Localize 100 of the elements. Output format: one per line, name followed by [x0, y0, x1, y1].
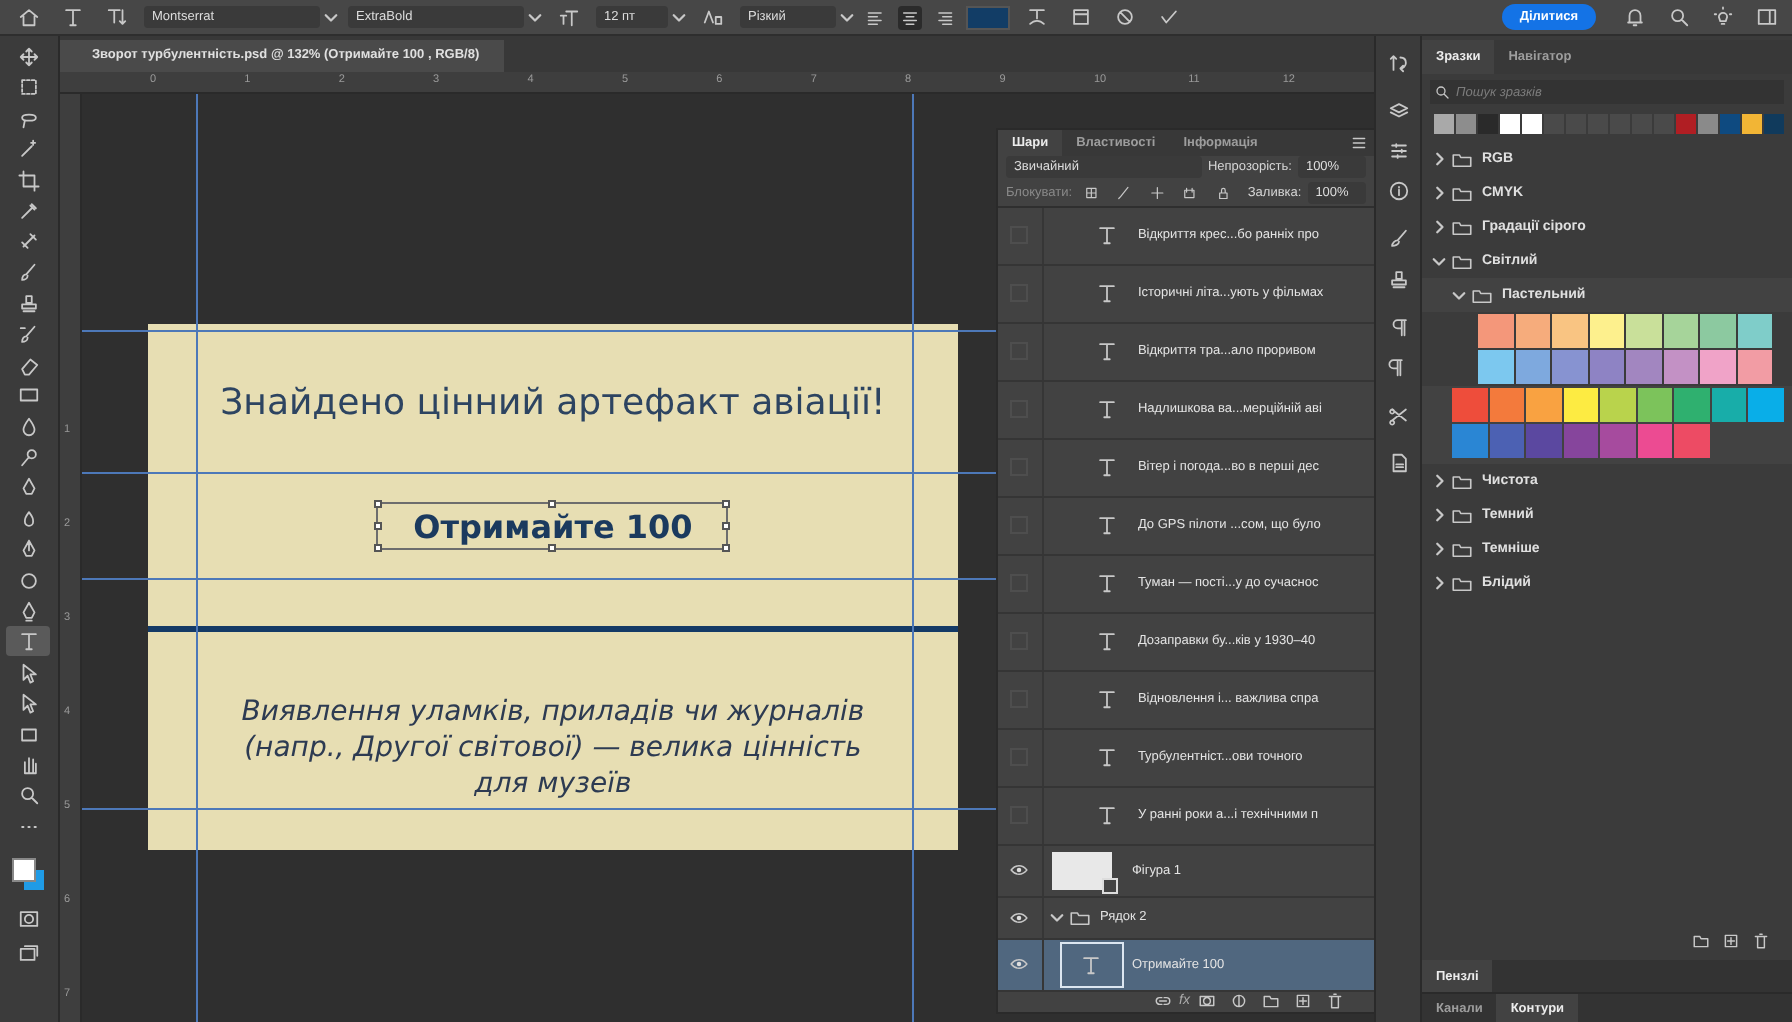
color-swatch[interactable]: [1674, 424, 1709, 458]
document-icon[interactable]: [1387, 452, 1410, 474]
layers-icon[interactable]: [1387, 100, 1410, 122]
color-swatch[interactable]: [1478, 114, 1498, 134]
bell-icon[interactable]: [1624, 6, 1646, 28]
color-swatch[interactable]: [1563, 424, 1598, 458]
color-swatch[interactable]: [1522, 114, 1542, 134]
move-icon[interactable]: [1149, 183, 1165, 202]
color-swatch[interactable]: [1489, 424, 1524, 458]
search-icon[interactable]: [1668, 6, 1690, 28]
lightbulb-icon[interactable]: [1712, 6, 1734, 28]
color-swatch[interactable]: [1500, 114, 1520, 134]
color-swatch[interactable]: [1737, 350, 1772, 384]
screen-mode-icon[interactable]: [17, 941, 40, 964]
color-swatch[interactable]: [1700, 350, 1735, 384]
transform-box[interactable]: Отримайте 100: [376, 502, 729, 550]
panel-icon[interactable]: [1070, 6, 1092, 28]
color-swatch[interactable]: [1637, 424, 1672, 458]
chevron-icon[interactable]: [1432, 576, 1446, 590]
chevron-icon[interactable]: [1432, 254, 1446, 268]
text-tool-icon[interactable]: [6, 626, 51, 657]
quick-mask-icon[interactable]: [17, 907, 40, 930]
chevron-icon[interactable]: [1432, 152, 1446, 166]
color-swatch[interactable]: [1748, 388, 1783, 422]
caret-icon[interactable]: [324, 10, 338, 24]
color-swatch[interactable]: [1700, 314, 1735, 348]
sliders-icon[interactable]: [1387, 140, 1410, 162]
brush-icon[interactable]: [1387, 228, 1410, 250]
mask-icon[interactable]: [1197, 992, 1216, 1011]
eye-icon[interactable]: [1010, 958, 1029, 971]
chevron-icon[interactable]: [1432, 186, 1446, 200]
color-swatch[interactable]: [1626, 350, 1661, 384]
checkerboard-icon[interactable]: [1084, 183, 1099, 202]
caret-icon[interactable]: [672, 10, 686, 24]
color-swatch[interactable]: [1737, 314, 1772, 348]
color-swatch[interactable]: [1478, 314, 1513, 348]
color-swatch[interactable]: [1515, 350, 1550, 384]
workspace-icon[interactable]: [1756, 6, 1778, 28]
color-swatch[interactable]: [1478, 350, 1513, 384]
cancel-icon[interactable]: [1114, 6, 1136, 28]
chevron-icon[interactable]: [1432, 220, 1446, 234]
text-tool-icon[interactable]: [62, 6, 84, 28]
artboard-icon[interactable]: [1182, 183, 1197, 202]
color-swatch[interactable]: [1552, 350, 1587, 384]
lock-icon[interactable]: [1215, 183, 1230, 202]
color-swatch[interactable]: [1674, 388, 1709, 422]
caret-icon[interactable]: [840, 10, 854, 24]
checkmark-icon[interactable]: [1158, 6, 1180, 28]
chevron-icon[interactable]: [1049, 910, 1064, 925]
color-swatch[interactable]: [1676, 114, 1696, 134]
color-swatch[interactable]: [1563, 388, 1598, 422]
folder-icon[interactable]: [1692, 932, 1710, 950]
color-swatch[interactable]: [1626, 314, 1661, 348]
paragraph-icon[interactable]: [1387, 316, 1410, 338]
color-swatch[interactable]: [1663, 350, 1698, 384]
color-swatch[interactable]: [1720, 114, 1740, 134]
add-icon[interactable]: [1722, 932, 1740, 950]
color-swatch[interactable]: [1698, 114, 1718, 134]
text-color-swatch[interactable]: [966, 5, 1010, 29]
warp-text-icon[interactable]: [1026, 6, 1048, 28]
home-icon[interactable]: [18, 6, 40, 28]
color-swatch[interactable]: [1600, 388, 1635, 422]
menu-icon[interactable]: [1349, 133, 1368, 152]
color-swatch[interactable]: [1526, 388, 1561, 422]
color-swatch[interactable]: [1589, 350, 1624, 384]
trash-icon[interactable]: [1752, 932, 1770, 950]
swap-icon[interactable]: [1387, 52, 1410, 74]
color-swatches[interactable]: [8, 854, 49, 895]
chevron-icon[interactable]: [1452, 288, 1466, 302]
color-swatch[interactable]: [1452, 424, 1487, 458]
text-orientation-icon[interactable]: [106, 6, 128, 28]
color-swatch[interactable]: [1489, 388, 1524, 422]
color-swatch[interactable]: [1764, 114, 1784, 134]
brush-icon[interactable]: [1116, 183, 1132, 202]
color-swatch[interactable]: [1515, 314, 1550, 348]
folder-icon[interactable]: [1261, 992, 1280, 1011]
eye-icon[interactable]: [1010, 911, 1029, 924]
scissors-icon[interactable]: [1387, 404, 1410, 426]
chevron-icon[interactable]: [1432, 542, 1446, 556]
color-swatch[interactable]: [1589, 314, 1624, 348]
color-swatch[interactable]: [1600, 424, 1635, 458]
color-swatch[interactable]: [1434, 114, 1454, 134]
trash-icon[interactable]: [1325, 992, 1344, 1011]
color-swatch[interactable]: [1456, 114, 1476, 134]
color-swatch[interactable]: [1742, 114, 1762, 134]
color-swatch[interactable]: [1452, 388, 1487, 422]
caret-icon[interactable]: [528, 10, 542, 24]
chevron-icon[interactable]: [1432, 508, 1446, 522]
align-button[interactable]: [898, 5, 922, 29]
link-icon[interactable]: [1153, 992, 1171, 1011]
color-swatch[interactable]: [1711, 388, 1746, 422]
eye-icon[interactable]: [1010, 864, 1029, 877]
color-swatch[interactable]: [1663, 314, 1698, 348]
color-swatch[interactable]: [1526, 424, 1561, 458]
add-icon[interactable]: [1293, 992, 1312, 1011]
color-swatch[interactable]: [1637, 388, 1672, 422]
stamp-icon[interactable]: [1387, 268, 1410, 290]
color-swatch[interactable]: [1552, 314, 1587, 348]
chevron-icon[interactable]: [1432, 474, 1446, 488]
info-icon[interactable]: [1387, 180, 1410, 202]
